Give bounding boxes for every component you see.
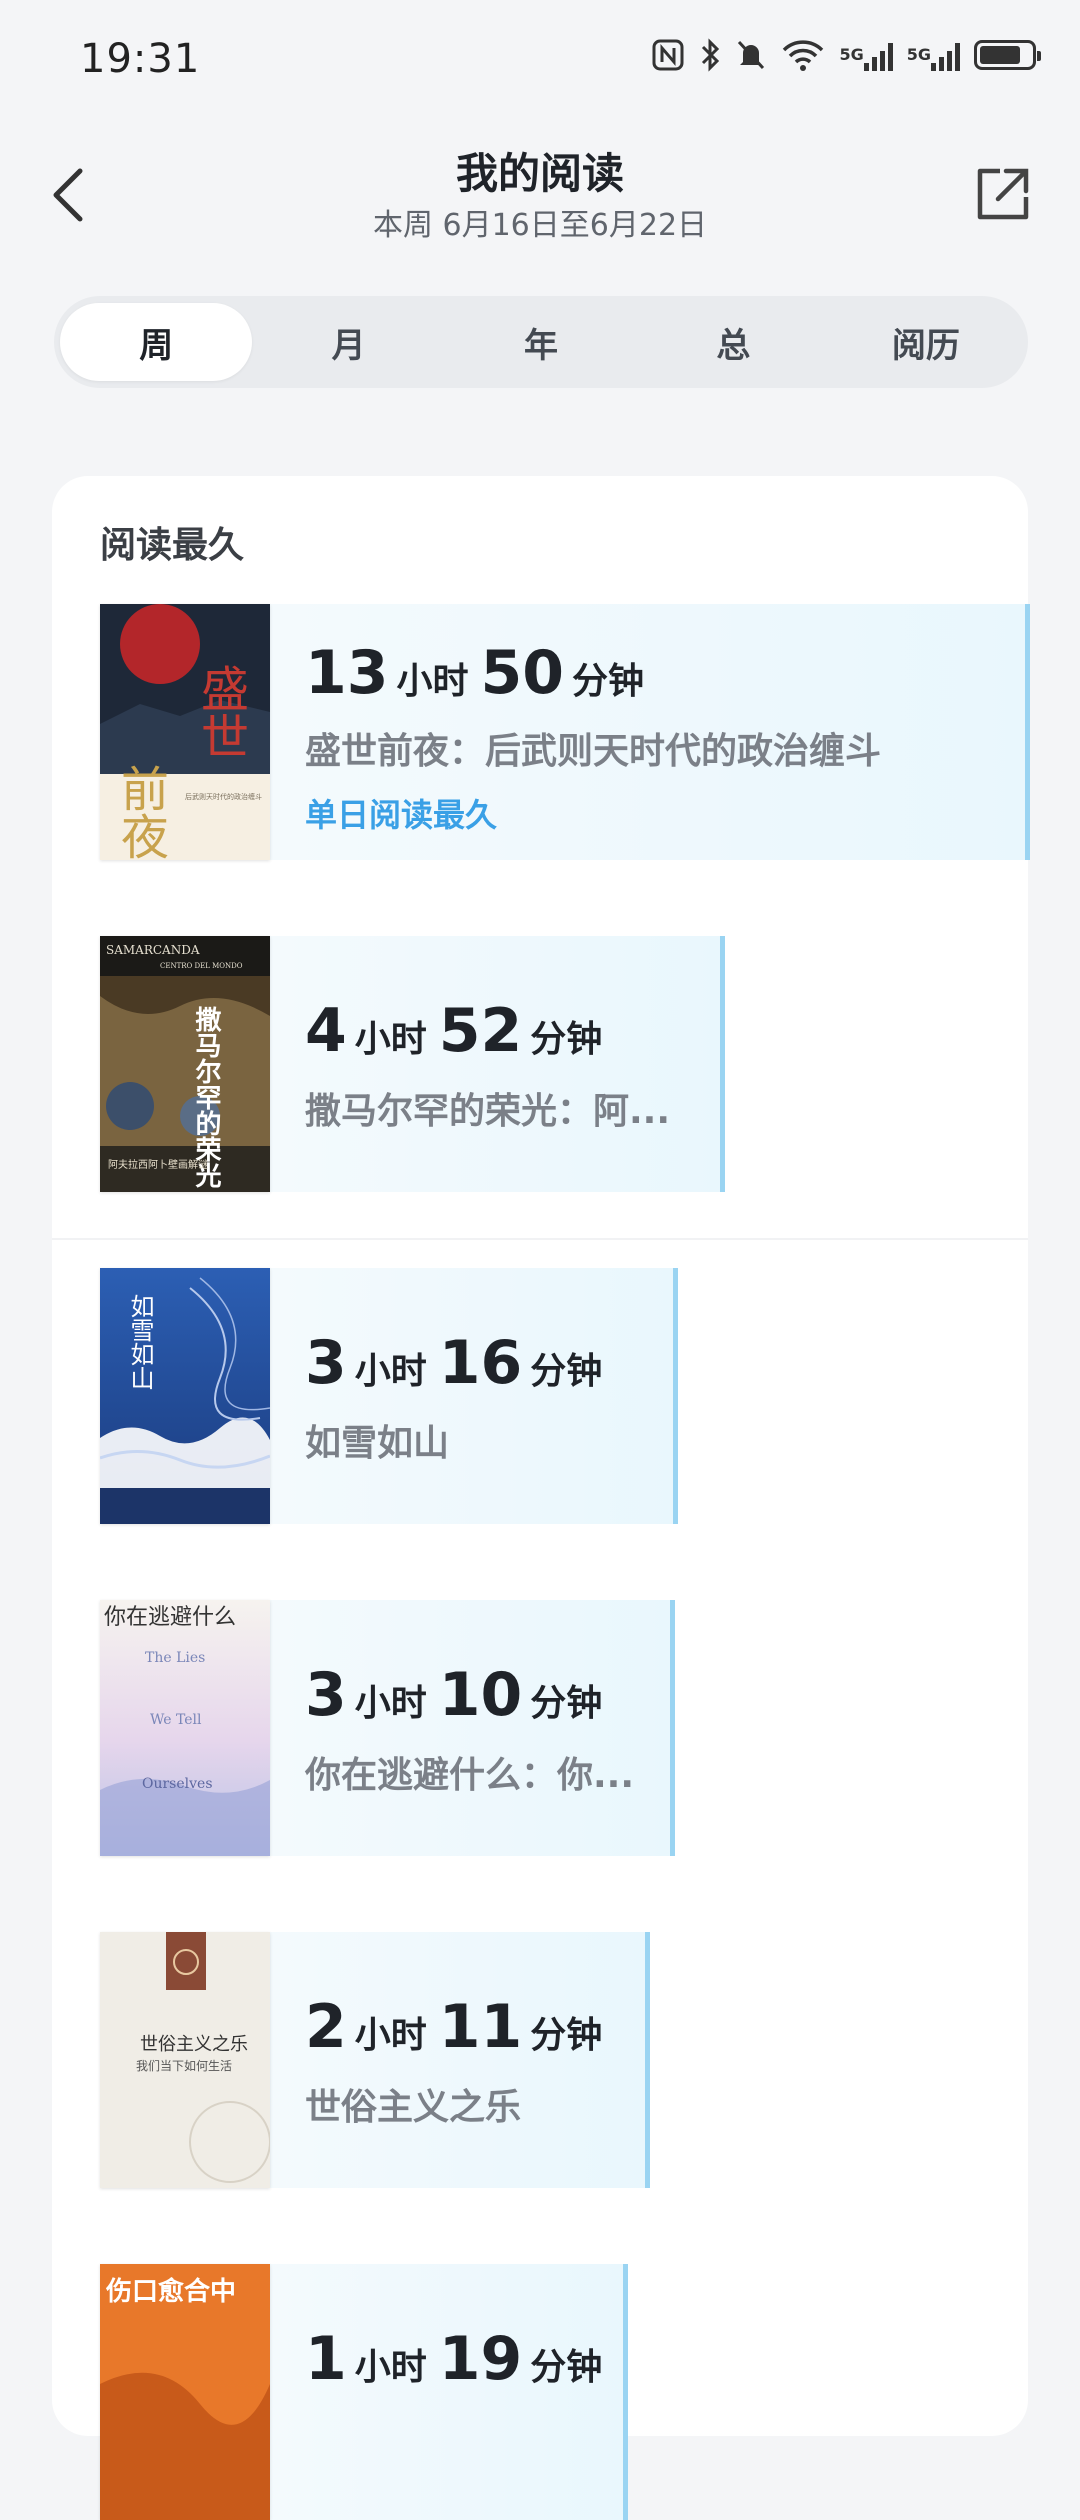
book-cover: 你在逃避什么 The Lies We Tell Ourselves [100,1600,270,1856]
reading-duration: 3 小时 16 分钟 [305,1328,603,1398]
book-cover: 世俗主义之乐 我们当下如何生活 [100,1932,270,2188]
book-title: 撒马尔罕的荣光：阿... [305,1091,671,1132]
tab-year[interactable]: 年 [445,303,637,381]
cover-en1: The Lies [145,1650,205,1666]
book-info: 2 小时 11 分钟 世俗主义之乐 [305,1932,1025,2188]
cover-side: 后武则天时代的政治缠斗 [185,792,262,801]
book-info: 1 小时 19 分钟 [305,2264,1025,2520]
book-row[interactable]: 盛世 前夜 后武则天时代的政治缠斗 13 小时 50 分钟 盛世前夜：后武则天时代的政… [100,604,1030,860]
cover-title2: 前夜 [112,764,168,860]
cover-sub: 我们当下如何生活 [136,2058,232,2073]
cover-top: SAMARCANDA [106,943,200,957]
reading-duration: 4 小时 52 分钟 [305,996,603,1066]
bluetooth-icon [699,38,721,72]
book-cover: SAMARCANDA CENTRO DEL MONDO 撒马尔罕的荣光 阿夫拉西… [100,936,270,1192]
cover-title: 伤口愈合中 [105,2276,236,2307]
cover-title: 你在逃避什么 [104,1605,236,1630]
cover-title: 世俗主义之乐 [140,2034,248,2055]
reading-duration: 1 小时 19 分钟 [305,2324,603,2394]
battery-icon [974,40,1041,70]
divider [52,1238,1028,1240]
signal-5g-icon-1: 5G [839,39,893,71]
book-info: 4 小时 52 分钟 撒马尔罕的荣光：阿... [305,936,1025,1192]
cover-top2: CENTRO DEL MONDO [160,962,243,970]
book-cover: 盛世 前夜 后武则天时代的政治缠斗 [100,604,270,860]
cover-title: 盛世 [192,664,248,760]
tab-week[interactable]: 周 [60,303,253,381]
reading-duration: 3 小时 10 分钟 [305,1660,603,1730]
reading-duration: 13 小时 50 分钟 [305,638,645,708]
book-title: 如雪如山 [305,1423,450,1464]
mute-bell-icon [735,38,767,72]
header: 我的阅读 本周 6月16日至6月22日 [0,120,1080,260]
status-bar: 19:31 5G 5G [0,0,1080,120]
share-external-icon [977,168,1029,220]
top-day-badge: 单日阅读最久 [305,796,498,834]
book-info: 13 小时 50 分钟 盛世前夜：后武则天时代的政治缠斗 单日阅读最久 [305,604,1025,860]
date-range: 本周 6月16日至6月22日 [372,208,708,243]
book-title: 盛世前夜：后武则天时代的政治缠斗 [305,731,882,772]
period-tabs: 周 月 年 总 阅历 [54,296,1028,388]
section-title: 阅读最久 [100,525,245,566]
book-title: 世俗主义之乐 [305,2087,522,2128]
share-button[interactable] [968,160,1036,230]
tab-total[interactable]: 总 [637,303,829,381]
cover-bottom: 阿夫拉西阿卜壁画解谜 [108,1158,208,1171]
signal-5g-icon-2: 5G [907,39,960,71]
book-row[interactable]: 世俗主义之乐 我们当下如何生活 2 小时 11 分钟 世俗主义之乐 [100,1932,1030,2188]
wifi-icon [781,38,825,72]
book-row[interactable]: 伤口愈合中 1 小时 19 分钟 [100,2264,1030,2520]
status-icons: 5G 5G [651,38,1041,72]
book-cover: 如雪如山 [100,1268,270,1524]
page-title: 我的阅读 [455,149,624,198]
book-info: 3 小时 16 分钟 如雪如山 [305,1268,1025,1524]
tab-month[interactable]: 月 [252,303,444,381]
reading-duration: 2 小时 11 分钟 [305,1992,603,2062]
nfc-icon [651,38,685,72]
book-row[interactable]: 如雪如山 3 小时 16 分钟 如雪如山 [100,1268,1030,1524]
tab-history[interactable]: 阅历 [830,303,1022,381]
book-row[interactable]: 你在逃避什么 The Lies We Tell Ourselves 3 小时 10 分… [100,1600,1030,1856]
cover-en2: We Tell [150,1712,202,1728]
cover-en3: Ourselves [142,1776,213,1792]
book-cover: 伤口愈合中 [100,2264,270,2520]
longest-reading-card: 阅读最久 盛世 前夜 后武则天时代的政治缠斗 13 小时 50 分钟 盛世前夜：后武则… [52,476,1030,2520]
book-info: 3 小时 10 分钟 你在逃避什么：你... [305,1600,1025,1856]
book-row[interactable]: SAMARCANDA CENTRO DEL MONDO 撒马尔罕的荣光 阿夫拉西… [100,936,1030,1192]
book-title: 你在逃避什么：你... [305,1755,635,1796]
cover-title: 如雪如山 [126,1294,154,1390]
status-time: 19:31 [80,36,201,82]
